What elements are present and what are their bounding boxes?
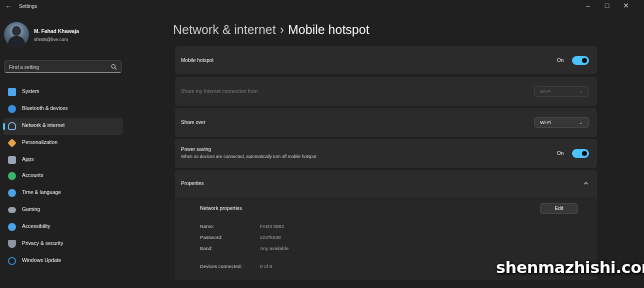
title-bar: ← Settings – □ ✕ xyxy=(0,0,644,14)
breadcrumb: Network & internet › Mobile hotspot xyxy=(173,23,369,37)
windows-update-icon xyxy=(8,256,16,265)
sidebar-item-windows-update[interactable]: Windows Update xyxy=(3,253,123,270)
sidebar-item-system[interactable]: System xyxy=(3,84,123,101)
property-key-band: Band: xyxy=(200,247,213,252)
gaming-icon xyxy=(8,207,16,214)
property-key-password: Password: xyxy=(200,236,223,241)
accessibility-icon xyxy=(8,223,16,232)
breadcrumb-separator: › xyxy=(279,23,284,37)
property-value-password: v237k538 xyxy=(260,236,281,241)
power-saving-state: On xyxy=(557,150,564,157)
mobile-hotspot-toggle[interactable] xyxy=(572,56,589,65)
sidebar-item-label: Apps xyxy=(22,156,34,163)
chevron-down-icon: ⌄ xyxy=(578,89,583,95)
sidebar-item-label: Bluetooth & devices xyxy=(22,105,68,112)
power-saving-toggle-group: On xyxy=(557,149,589,158)
mobile-hotspot-toggle-group: On xyxy=(557,56,589,65)
share-over-select[interactable]: Wi-Fi ⌄ xyxy=(534,117,589,128)
brush-icon xyxy=(7,138,17,148)
sidebar-item-gaming[interactable]: Gaming xyxy=(3,202,123,219)
power-saving-description: When no devices are connected, automatic… xyxy=(181,154,317,159)
property-key-name: Name: xyxy=(200,225,215,230)
share-over-card: Share over Wi-Fi ⌄ xyxy=(175,108,597,137)
sidebar-item-label: Personalization xyxy=(22,139,58,146)
power-saving-label: Power saving xyxy=(181,147,212,153)
mobile-hotspot-state: On xyxy=(557,57,564,64)
sidebar-item-label: Time & language xyxy=(22,190,62,197)
back-arrow-icon[interactable]: ← xyxy=(5,3,13,11)
search-input[interactable] xyxy=(9,64,105,71)
apps-icon xyxy=(8,155,16,164)
share-from-label: Share my Internet connection from xyxy=(181,89,258,95)
maximize-button[interactable]: □ xyxy=(601,2,613,11)
avatar xyxy=(4,22,29,47)
user-profile[interactable]: M. Fahad Khawaja sfm65@live.com xyxy=(4,22,124,50)
share-from-value: Wi-Fi xyxy=(540,90,552,95)
share-from-select: Wi-Fi ⌄ xyxy=(534,86,589,97)
sidebar-item-privacy[interactable]: Privacy & security xyxy=(3,236,123,253)
sidebar-item-accessibility[interactable]: Accessibility xyxy=(3,219,123,236)
search-icon[interactable] xyxy=(111,64,117,70)
share-from-card: Share my Internet connection from Wi-Fi … xyxy=(175,77,597,106)
sidebar-item-label: Accessibility xyxy=(22,224,51,231)
sidebar-item-network[interactable]: Network & internet xyxy=(3,117,123,135)
profile-email: sfm65@live.com xyxy=(34,37,69,42)
network-icon xyxy=(8,121,16,130)
share-over-label: Share over xyxy=(181,120,206,126)
sidebar-item-label: Gaming xyxy=(22,207,41,214)
mobile-hotspot-label: Mobile hotspot xyxy=(181,58,214,64)
power-saving-toggle[interactable] xyxy=(572,149,589,158)
sidebar-item-label: Accounts xyxy=(22,173,44,180)
property-key-devices: Devices connected: xyxy=(200,265,242,270)
minimize-button[interactable]: – xyxy=(582,2,594,11)
bluetooth-icon xyxy=(8,104,16,113)
system-icon xyxy=(8,88,16,96)
search-box[interactable] xyxy=(4,60,122,73)
sidebar-nav: System Bluetooth & devices Network & int… xyxy=(3,84,123,270)
app-title: Settings xyxy=(19,4,38,10)
watermark: shenmazhishi.com xyxy=(496,258,644,277)
share-over-value: Wi-Fi xyxy=(540,121,552,126)
sidebar-item-label: System xyxy=(22,89,40,95)
property-value-name: FADII 0662 xyxy=(260,225,284,230)
close-button[interactable]: ✕ xyxy=(620,2,632,11)
sidebar-item-apps[interactable]: Apps xyxy=(3,152,123,169)
properties-header[interactable]: Properties xyxy=(175,170,597,197)
chevron-down-icon: ⌄ xyxy=(578,120,583,126)
clock-globe-icon xyxy=(8,189,16,198)
property-value-band: Any available xyxy=(260,247,289,252)
sidebar-item-time-language[interactable]: Time & language xyxy=(3,185,123,202)
sidebar-item-personalization[interactable]: Personalization xyxy=(3,135,123,152)
sidebar-item-label: Network & internet xyxy=(22,122,65,129)
sidebar-item-label: Privacy & security xyxy=(22,241,64,248)
mobile-hotspot-card: Mobile hotspot On xyxy=(175,46,597,74)
property-value-devices: 0 of 8 xyxy=(260,265,273,270)
sidebar-item-bluetooth[interactable]: Bluetooth & devices xyxy=(3,101,123,118)
shield-icon xyxy=(8,240,16,249)
properties-label: Properties xyxy=(181,181,204,187)
breadcrumb-parent[interactable]: Network & internet xyxy=(173,23,276,37)
power-saving-card: Power saving When no devices are connect… xyxy=(175,139,597,168)
sidebar-item-accounts[interactable]: Accounts xyxy=(3,168,123,185)
accounts-icon xyxy=(8,172,16,181)
profile-name: M. Fahad Khawaja xyxy=(34,29,79,35)
edit-button[interactable]: Edit xyxy=(540,203,578,214)
chevron-up-icon[interactable] xyxy=(583,180,589,186)
sidebar-item-label: Windows Update xyxy=(22,257,62,264)
page-title: Mobile hotspot xyxy=(288,23,370,37)
network-properties-heading: Network properties xyxy=(200,206,242,212)
